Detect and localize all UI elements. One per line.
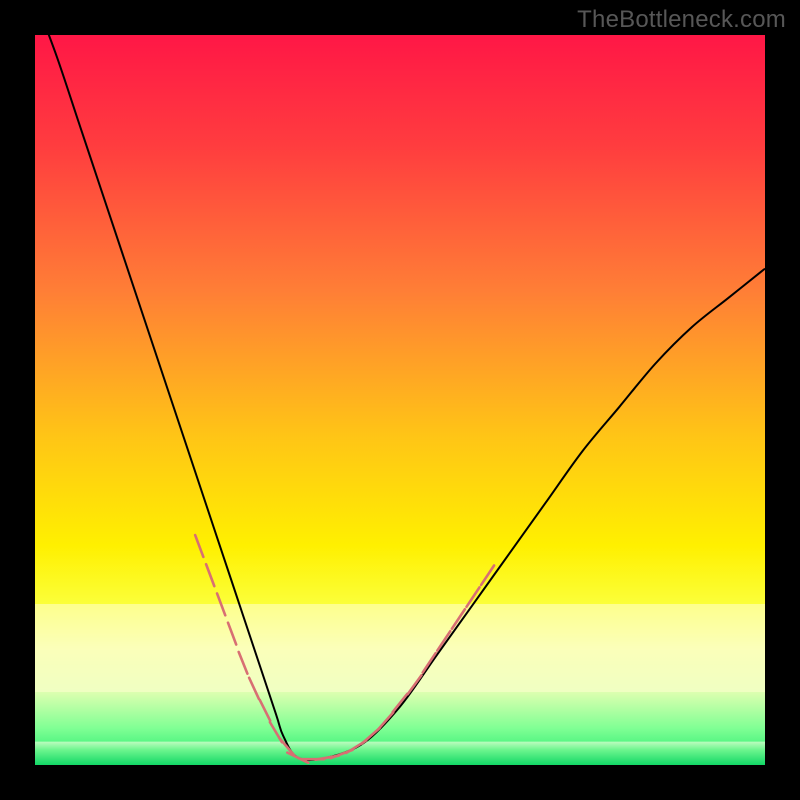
plot-area bbox=[35, 35, 765, 765]
highlighted-points bbox=[35, 35, 765, 765]
marker-point bbox=[452, 609, 465, 628]
marker-point bbox=[378, 712, 394, 729]
marker-point bbox=[287, 753, 308, 763]
marker-point bbox=[467, 587, 480, 606]
marker-point bbox=[239, 652, 248, 674]
marker-point bbox=[217, 593, 225, 615]
marker-point bbox=[195, 535, 203, 557]
marker-point bbox=[206, 564, 214, 586]
marker-point bbox=[437, 631, 450, 650]
chart-frame: TheBottleneck.com bbox=[0, 0, 800, 800]
marker-point bbox=[228, 623, 236, 645]
marker-point bbox=[393, 694, 408, 712]
marker-point bbox=[408, 675, 422, 694]
marker-point bbox=[260, 700, 270, 721]
marker-point bbox=[249, 678, 259, 699]
marker-point bbox=[481, 565, 494, 584]
watermark-label: TheBottleneck.com bbox=[577, 6, 786, 34]
marker-point bbox=[423, 653, 436, 672]
